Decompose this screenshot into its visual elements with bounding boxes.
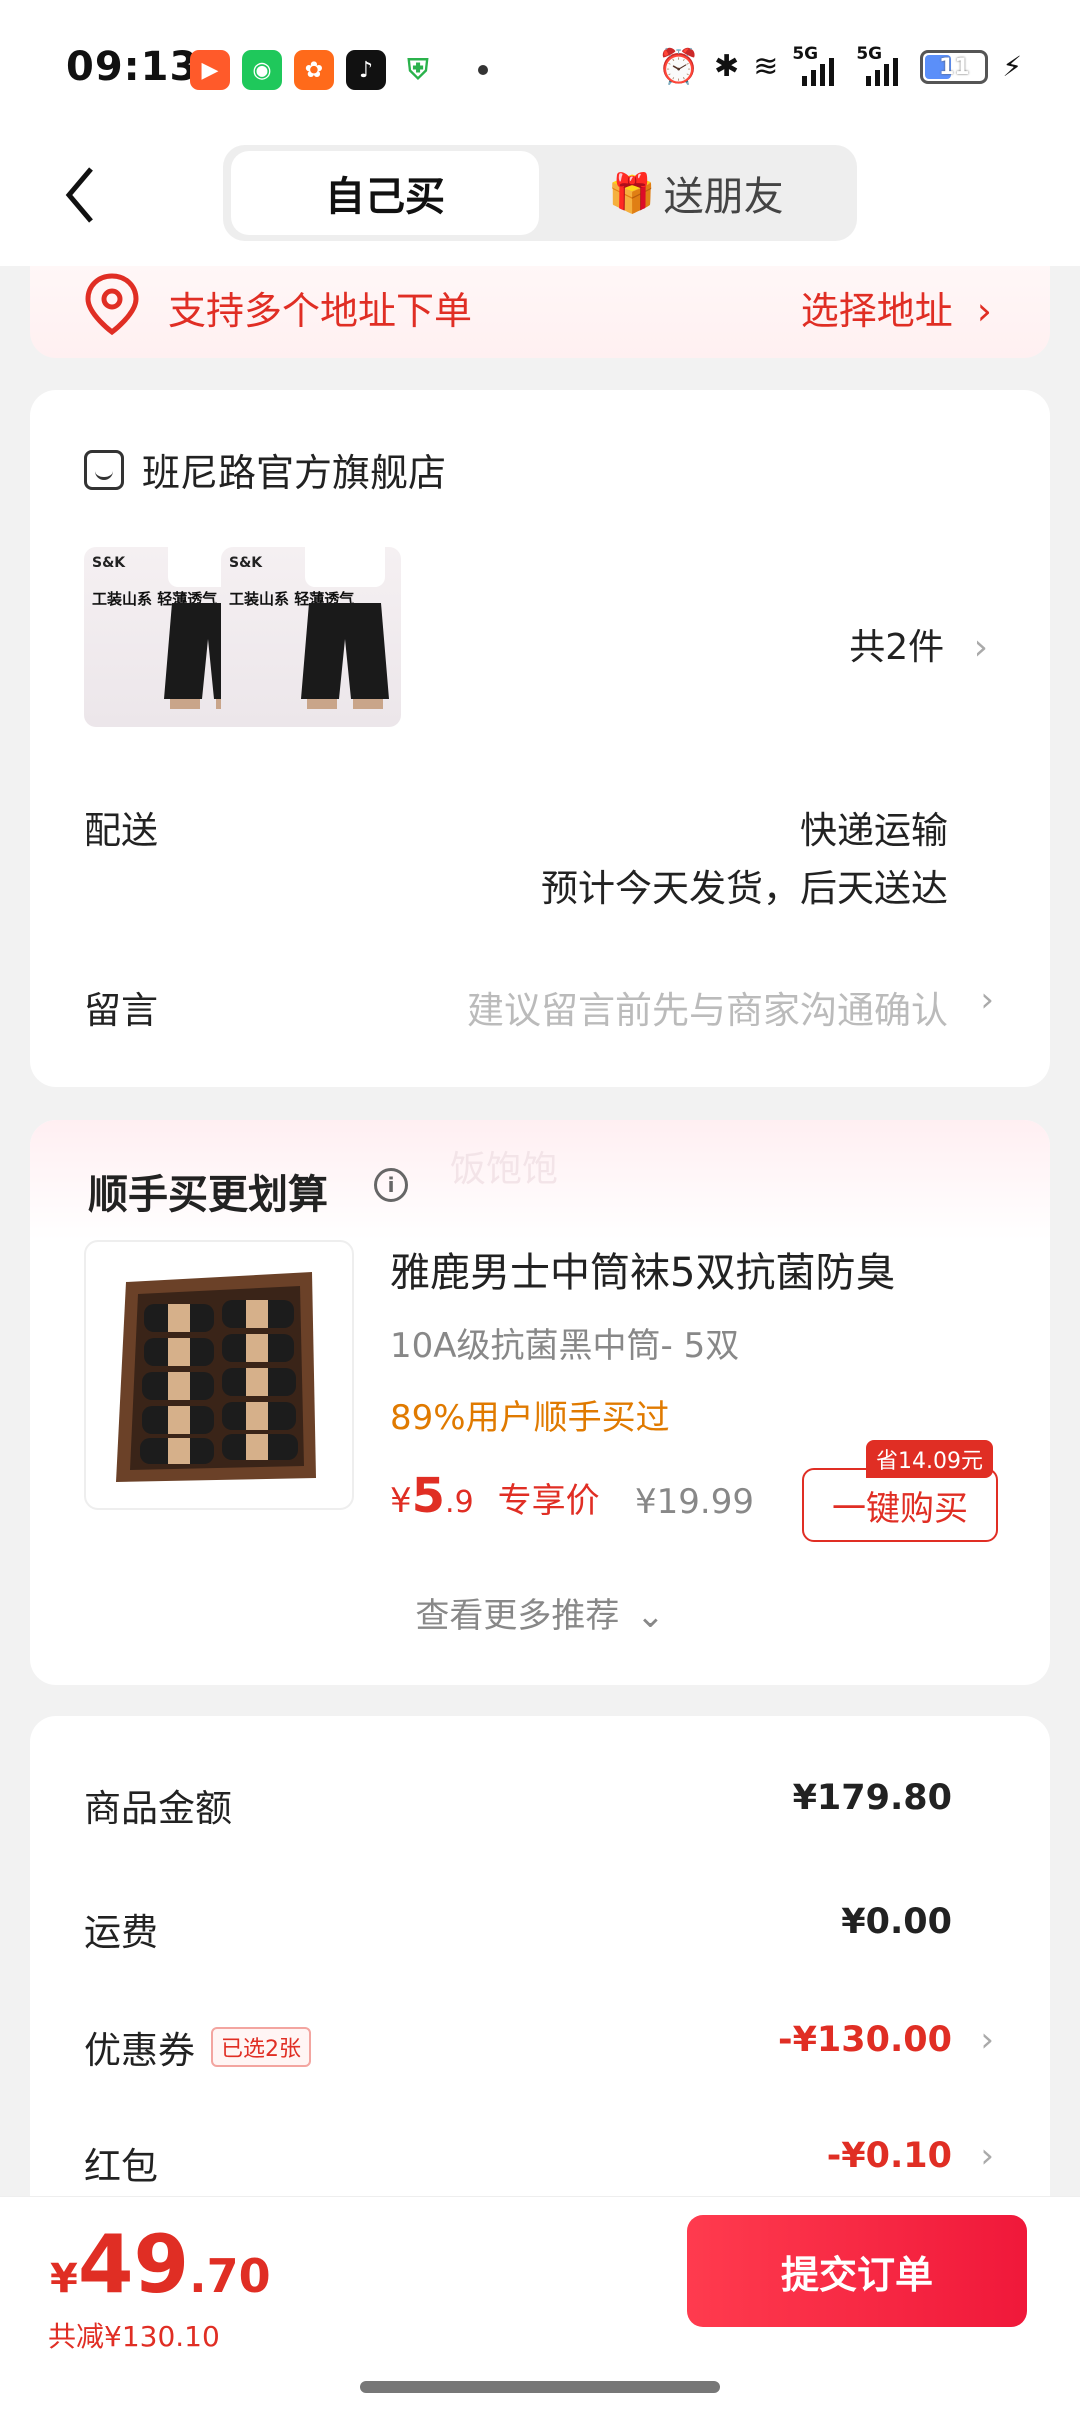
signal-icon-2: 5G bbox=[856, 44, 906, 90]
goods-amount-label: 商品金额 bbox=[84, 1787, 232, 1830]
original-price: ¥19.99 bbox=[635, 1482, 754, 1522]
back-button[interactable] bbox=[50, 150, 110, 240]
recommended-price: ¥ 5 .9 专享价 bbox=[390, 1468, 600, 1524]
shipping-label: 运费 bbox=[84, 1911, 158, 1954]
recommended-product-note: 89%用户顺手买过 bbox=[390, 1398, 670, 1438]
select-address-link[interactable]: 选择地址 › bbox=[801, 280, 992, 335]
wifi-icon: ≋ bbox=[753, 49, 779, 84]
tab-gift-to-friend[interactable]: 🎁 送朋友 bbox=[543, 151, 849, 235]
message-input[interactable]: 建议留言前先与商家沟通确认 bbox=[467, 980, 948, 1034]
address-banner[interactable]: 支持多个地址下单 选择地址 › bbox=[30, 266, 1050, 358]
location-pin-icon bbox=[85, 273, 139, 336]
bluetooth-icon: ✱ bbox=[714, 49, 740, 84]
tab-gift-label: 送朋友 bbox=[663, 174, 784, 220]
delivery-method: 快递运输 bbox=[800, 809, 948, 852]
price-integer: 5 bbox=[411, 1468, 446, 1524]
purchase-mode-switch: 自己买 🎁 送朋友 bbox=[223, 145, 857, 241]
exclusive-price-tag: 专享价 bbox=[497, 1481, 600, 1521]
coupon-selected-badge: 已选2张 bbox=[211, 2027, 311, 2067]
status-bar: 09:13 ▶ ◉ ✿ ♪ ⛨ ⏰ ✱ ≋ 5G 5G 11 ⚡ bbox=[0, 0, 1080, 130]
system-icons: ⏰ ✱ ≋ 5G 5G 11 ⚡ bbox=[658, 44, 1022, 90]
recommendation-card: 顺手买更划算 i 饭饱饱 雅鹿男士中筒袜5双抗菌防臭 10A级抗菌黑中筒- 5双… bbox=[30, 1120, 1050, 1685]
thumb-brand: S&K bbox=[92, 555, 126, 571]
store-name: 班尼路官方旗舰店 bbox=[142, 451, 447, 495]
socks-product-image[interactable] bbox=[84, 1240, 354, 1510]
alarm-icon: ⏰ bbox=[657, 47, 701, 87]
total-price-symbol: ¥ bbox=[50, 2256, 78, 2302]
store-header[interactable]: 班尼路官方旗舰店 bbox=[84, 442, 446, 497]
kuaishou-app-icon: ✿ bbox=[294, 50, 334, 90]
submit-order-button[interactable]: 提交订单 bbox=[687, 2215, 1027, 2327]
tiktok-app-icon: ♪ bbox=[346, 50, 386, 90]
checkout-bar: ¥ 49 .70 共减¥130.10 提交订单 bbox=[0, 2196, 1080, 2412]
chevron-left-icon bbox=[65, 167, 93, 223]
item-count-link[interactable]: 共2件 › bbox=[849, 618, 988, 670]
tab-buy-for-self[interactable]: 自己买 bbox=[231, 151, 539, 235]
chevron-right-icon: › bbox=[973, 627, 988, 668]
chevron-down-icon: ⌄ bbox=[636, 1596, 665, 1636]
red-packet-value[interactable]: -¥0.10 bbox=[827, 2136, 952, 2176]
home-indicator[interactable] bbox=[360, 2381, 720, 2393]
savings-badge: 省14.09元 bbox=[866, 1440, 993, 1478]
coupon-label: 优惠券 bbox=[84, 2029, 195, 2072]
delivery-label: 配送 bbox=[84, 809, 158, 852]
total-price: ¥ 49 .70 bbox=[50, 2217, 271, 2313]
chevron-right-icon: › bbox=[980, 980, 994, 1020]
more-recommendations-label: 查看更多推荐 bbox=[415, 1596, 620, 1636]
shipping-value: ¥0.00 bbox=[841, 1902, 952, 1942]
gift-icon: 🎁 bbox=[608, 170, 656, 215]
goods-amount-value: ¥179.80 bbox=[792, 1778, 952, 1818]
battery-icon: 11 bbox=[920, 50, 989, 84]
item-count: 共2件 bbox=[849, 627, 945, 668]
message-label: 留言 bbox=[84, 989, 158, 1032]
thumb-brand: S&K bbox=[229, 555, 263, 571]
camera-app-icon: ◉ bbox=[242, 50, 282, 90]
signal-icon-1: 5G bbox=[792, 44, 842, 90]
store-icon bbox=[84, 449, 124, 490]
status-time: 09:13 bbox=[66, 44, 199, 90]
more-recommendations-link[interactable]: 查看更多推荐 ⌄ bbox=[30, 1588, 1050, 1637]
select-address-label: 选择地址 bbox=[800, 289, 953, 333]
red-packet-label[interactable]: 红包 bbox=[84, 2136, 158, 2190]
total-price-decimal: .70 bbox=[189, 2249, 271, 2303]
multi-address-text: 支持多个地址下单 bbox=[168, 289, 473, 333]
shorts-image bbox=[301, 603, 389, 709]
total-discount[interactable]: 共减¥130.10 bbox=[48, 2315, 220, 2355]
chevron-right-icon: › bbox=[980, 2136, 994, 2176]
more-notifications-dot bbox=[478, 65, 488, 75]
recommended-product-name[interactable]: 雅鹿男士中筒袜5双抗菌防臭 bbox=[390, 1240, 895, 1298]
recommended-product-spec: 10A级抗菌黑中筒- 5双 bbox=[390, 1326, 740, 1366]
coupon-value[interactable]: -¥130.00 bbox=[778, 2020, 952, 2060]
order-confirm-page: 09:13 ▶ ◉ ✿ ♪ ⛨ ⏰ ✱ ≋ 5G 5G 11 ⚡ 自己买 🎁 送… bbox=[0, 0, 1080, 2412]
charging-icon: ⚡ bbox=[1002, 50, 1022, 83]
one-click-buy-button[interactable]: 一键购买 bbox=[802, 1468, 998, 1542]
battery-level: 11 bbox=[939, 54, 970, 80]
store-order-card: 班尼路官方旗舰店 S&K 工装山系 轻薄透气 S&K 工装山系 轻薄透气 共2件 bbox=[30, 390, 1050, 1087]
coupon-row[interactable]: 优惠券 已选2张 bbox=[84, 2020, 311, 2074]
socks-box-image bbox=[116, 1272, 316, 1482]
chevron-right-icon: › bbox=[976, 289, 992, 333]
recommendation-title: 顺手买更划算 bbox=[88, 1172, 328, 1218]
watermark-text: 饭饱饱 bbox=[450, 1149, 559, 1190]
price-decimal: .9 bbox=[445, 1485, 474, 1520]
info-icon[interactable]: i bbox=[374, 1168, 408, 1202]
notification-icons: ▶ ◉ ✿ ♪ ⛨ bbox=[190, 50, 488, 90]
total-price-integer: 49 bbox=[77, 2218, 190, 2311]
price-symbol: ¥ bbox=[390, 1481, 412, 1521]
video-app-icon: ▶ bbox=[190, 50, 230, 90]
chevron-right-icon: › bbox=[980, 2020, 994, 2060]
header: 自己买 🎁 送朋友 bbox=[0, 130, 1080, 266]
delivery-eta: 预计今天发货，后天送达 bbox=[541, 867, 948, 910]
product-thumbnail[interactable]: S&K 工装山系 轻薄透气 bbox=[221, 547, 401, 727]
shield-app-icon: ⛨ bbox=[398, 50, 438, 90]
